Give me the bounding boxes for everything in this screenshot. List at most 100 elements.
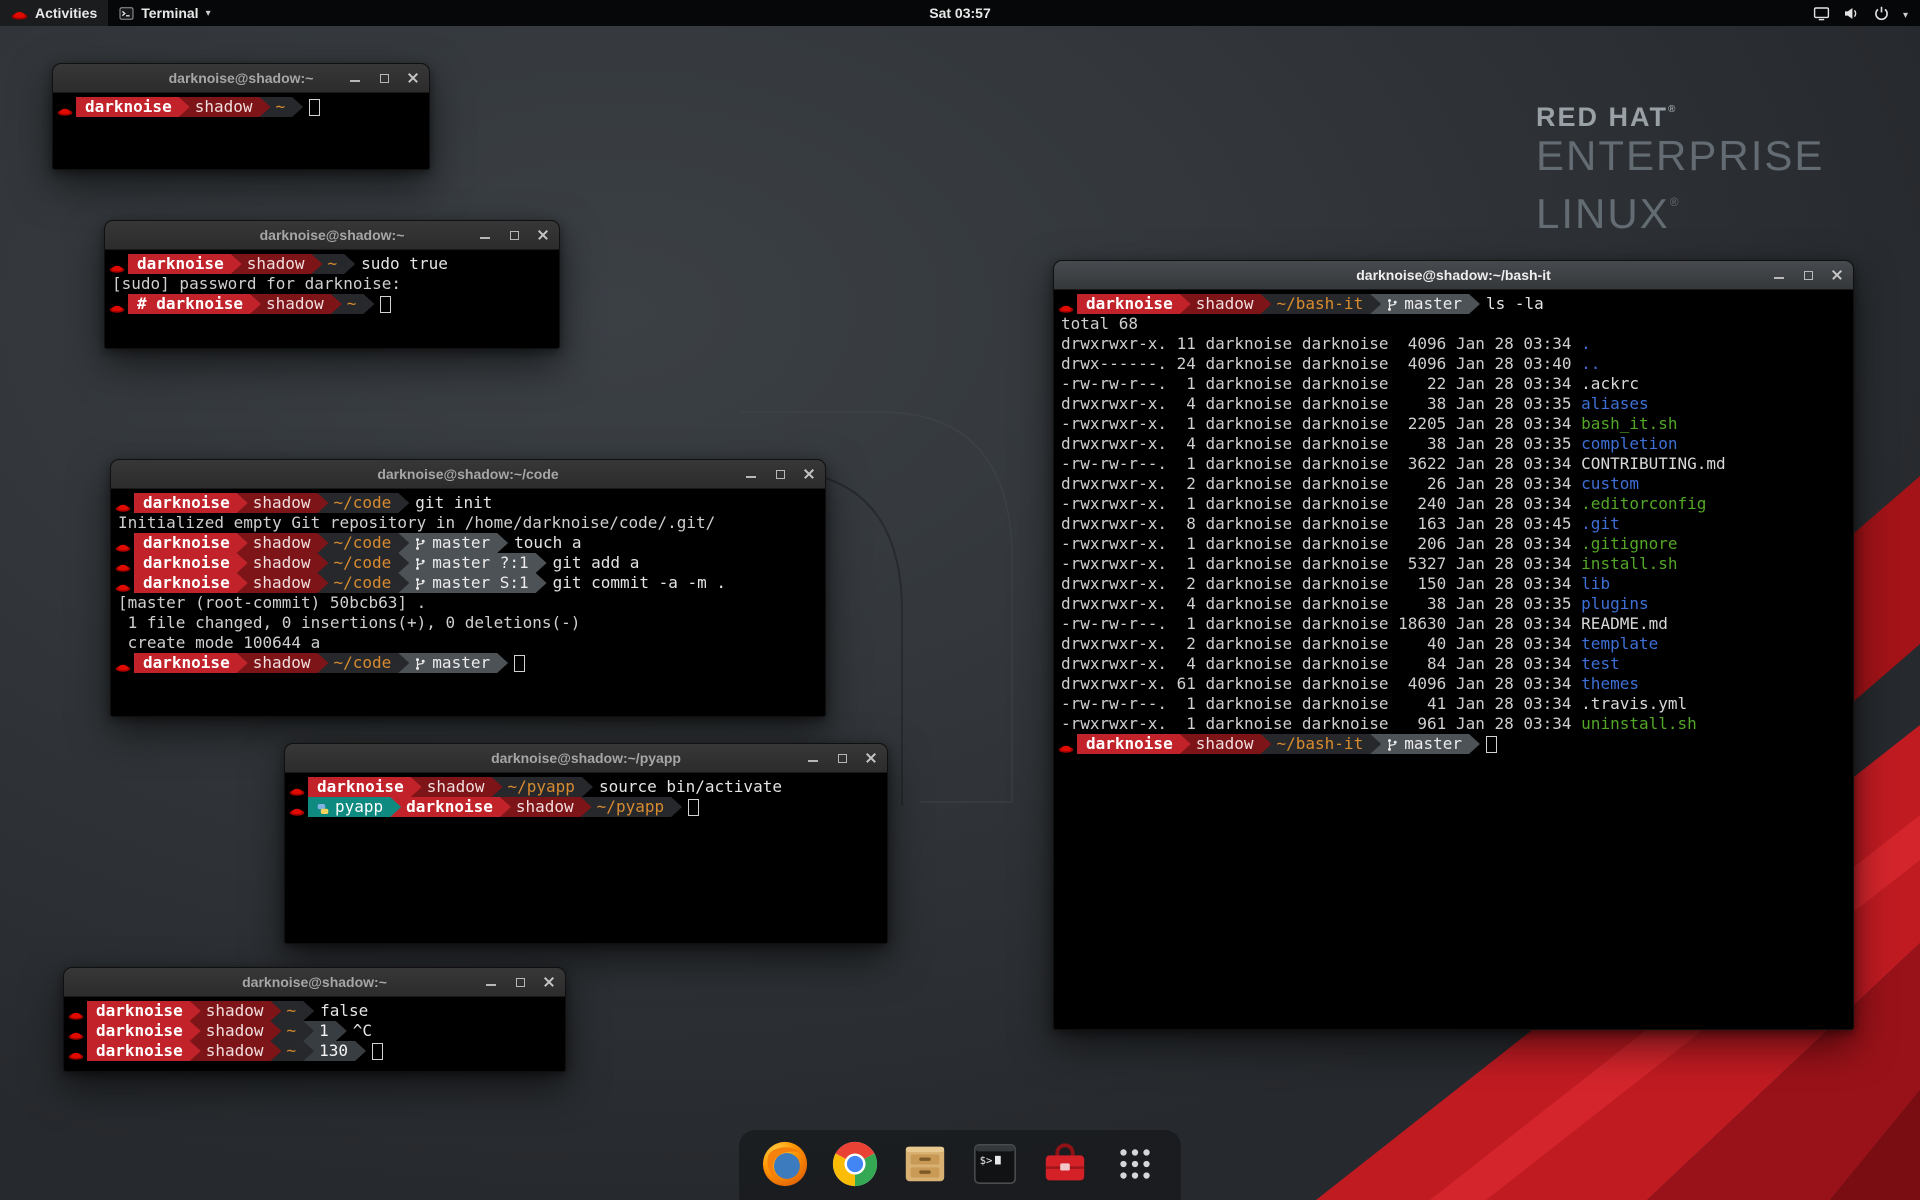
prompt-segment-path: ~/code [318,573,410,593]
dock-terminal[interactable]: $> [971,1140,1019,1188]
distro-icon [68,1005,84,1017]
minimize-button[interactable] [806,751,820,765]
terminal-ls-line: drwxrwxr-x. 4 darknoise darknoise 38 Jan… [1056,394,1849,414]
titlebar[interactable]: darknoise@shadow:~ [105,221,559,250]
python-icon [317,800,329,814]
window-controls [1772,261,1844,289]
ls-fields: drwxrwxr-x. 2 darknoise darknoise 150 Ja… [1061,574,1581,593]
close-button[interactable] [542,975,556,989]
terminal-prompt-line: darknoiseshadow~/codegit init [113,493,821,513]
terminal-prompt-line: darknoiseshadow~/codemaster ?:1git add a [113,553,821,573]
minimize-button[interactable] [744,467,758,481]
ls-fields: drwxrwxr-x. 61 darknoise darknoise 4096 … [1061,674,1581,693]
terminal-prompt-line: darknoiseshadow~1^C [66,1021,561,1041]
distro-icon [115,497,131,509]
dock-app-grid[interactable] [1111,1140,1159,1188]
terminal-content[interactable]: darknoiseshadow~falsedarknoiseshadow~1^C… [64,997,565,1061]
terminal-icon [119,6,134,21]
caret-down-icon[interactable]: ▾ [1903,5,1908,21]
prompt-segment-path: ~/bash-it [1261,294,1382,314]
terminal-ls-line: drwx------. 24 darknoise darknoise 4096 … [1056,354,1849,374]
ls-fields: drwxrwxr-x. 2 darknoise darknoise 40 Jan… [1061,634,1581,653]
prompt-segment-user: darknoise [1077,294,1191,314]
close-button[interactable] [406,71,420,85]
command-text: git add a [553,553,640,573]
ls-filename: README.md [1581,614,1668,633]
window-controls [806,744,878,772]
minimize-button[interactable] [484,975,498,989]
terminal-content[interactable]: darknoiseshadow~/bash-itmasterls -latota… [1054,290,1853,754]
maximize-button[interactable] [1801,268,1815,282]
terminal-ls-line: drwxrwxr-x. 2 darknoise darknoise 26 Jan… [1056,474,1849,494]
terminal-ls-line: drwxrwxr-x. 2 darknoise darknoise 150 Ja… [1056,574,1849,594]
maximize-button[interactable] [513,975,527,989]
terminal-content[interactable]: darknoiseshadow~/pyappsource bin/activat… [285,773,887,817]
prompt-segment-host: shadow [411,777,503,797]
prompt-segment-host: shadow [237,553,329,573]
minimize-button[interactable] [348,71,362,85]
command-text: false [320,1001,368,1021]
svg-text:$>: $> [980,1155,993,1167]
terminal-ls-line: -rw-rw-r--. 1 darknoise darknoise 41 Jan… [1056,694,1849,714]
terminal-ls-line: -rw-rw-r--. 1 darknoise darknoise 18630 … [1056,614,1849,634]
terminal-window-w4[interactable]: darknoise@shadow:~/pyappdarknoiseshadow~… [284,743,888,944]
terminal-window-w1[interactable]: darknoise@shadow:~darknoiseshadow~ [52,63,430,170]
prompt-segment-user: darknoise [134,553,248,573]
dock-chrome[interactable] [831,1140,879,1188]
distro-icon [68,1025,84,1037]
prompt-segment-git: master [1370,734,1480,754]
terminal-content[interactable]: darknoiseshadow~/codegit initInitialized… [111,489,825,673]
minimize-button[interactable] [1772,268,1786,282]
command-text: ^C [353,1021,372,1041]
terminal-window-w5[interactable]: darknoise@shadow:~darknoiseshadow~falsed… [63,967,566,1072]
prompt-segment-host: shadow [237,493,329,513]
terminal-prompt-line: pyappdarknoiseshadow~/pyapp [287,797,883,817]
maximize-button[interactable] [835,751,849,765]
terminal-output-line: 1 file changed, 0 insertions(+), 0 delet… [113,613,821,633]
terminal-window-w3[interactable]: darknoise@shadow:~/codedarknoiseshadow~/… [110,459,826,717]
command-text: ls -la [1486,294,1544,314]
terminal-cursor [380,296,391,313]
close-button[interactable] [1830,268,1844,282]
titlebar[interactable]: darknoise@shadow:~/bash-it [1054,261,1853,290]
close-button[interactable] [536,228,550,242]
ls-fields: drwxrwxr-x. 4 darknoise darknoise 38 Jan… [1061,594,1581,613]
titlebar[interactable]: darknoise@shadow:~ [53,64,429,93]
distro-icon [57,101,73,113]
prompt-segment-user: darknoise [87,1021,201,1041]
prompt-segment-user: darknoise [390,797,511,817]
app-menu-button[interactable]: Terminal [108,0,221,26]
prompt-segment-user: # darknoise [128,294,261,314]
terminal-ls-line: drwxrwxr-x. 11 darknoise darknoise 4096 … [1056,334,1849,354]
prompt-segment-path: ~/code [318,553,410,573]
volume-icon[interactable] [1843,5,1860,22]
maximize-button[interactable] [507,228,521,242]
terminal-output-line: [master (root-commit) 50bcb63] . [113,593,821,613]
terminal-ls-line: -rwxrwxr-x. 1 darknoise darknoise 240 Ja… [1056,494,1849,514]
maximize-button[interactable] [773,467,787,481]
window-controls [478,221,550,249]
prompt-segment-host: shadow [1180,734,1272,754]
titlebar[interactable]: darknoise@shadow:~/pyapp [285,744,887,773]
clock[interactable]: Sat 03:57 [919,0,1000,26]
titlebar[interactable]: darknoise@shadow:~/code [111,460,825,489]
prompt-segment-git: master S:1 [398,573,546,593]
titlebar[interactable]: darknoise@shadow:~ [64,968,565,997]
close-button[interactable] [864,751,878,765]
terminal-window-w6[interactable]: darknoise@shadow:~/bash-it darknoise shado… [1053,260,1854,1030]
prompt-segment-host: shadow [190,1021,282,1041]
minimize-button[interactable] [478,228,492,242]
terminal-content[interactable]: darknoiseshadow~sudo true[sudo] password… [105,250,559,314]
terminal-window-w2[interactable]: darknoise@shadow:~darknoiseshadow~sudo t… [104,220,560,349]
dock: $> [739,1130,1181,1200]
dock-firefox[interactable] [761,1140,809,1188]
power-icon[interactable] [1873,5,1890,22]
maximize-button[interactable] [377,71,391,85]
system-status-area[interactable]: ▾ [1805,0,1916,26]
close-button[interactable] [802,467,816,481]
dock-software[interactable] [1041,1140,1089,1188]
activities-button[interactable]: Activities [0,0,108,26]
display-icon[interactable] [1813,5,1830,22]
dock-files[interactable] [901,1140,949,1188]
terminal-content[interactable]: darknoiseshadow~ [53,93,429,117]
